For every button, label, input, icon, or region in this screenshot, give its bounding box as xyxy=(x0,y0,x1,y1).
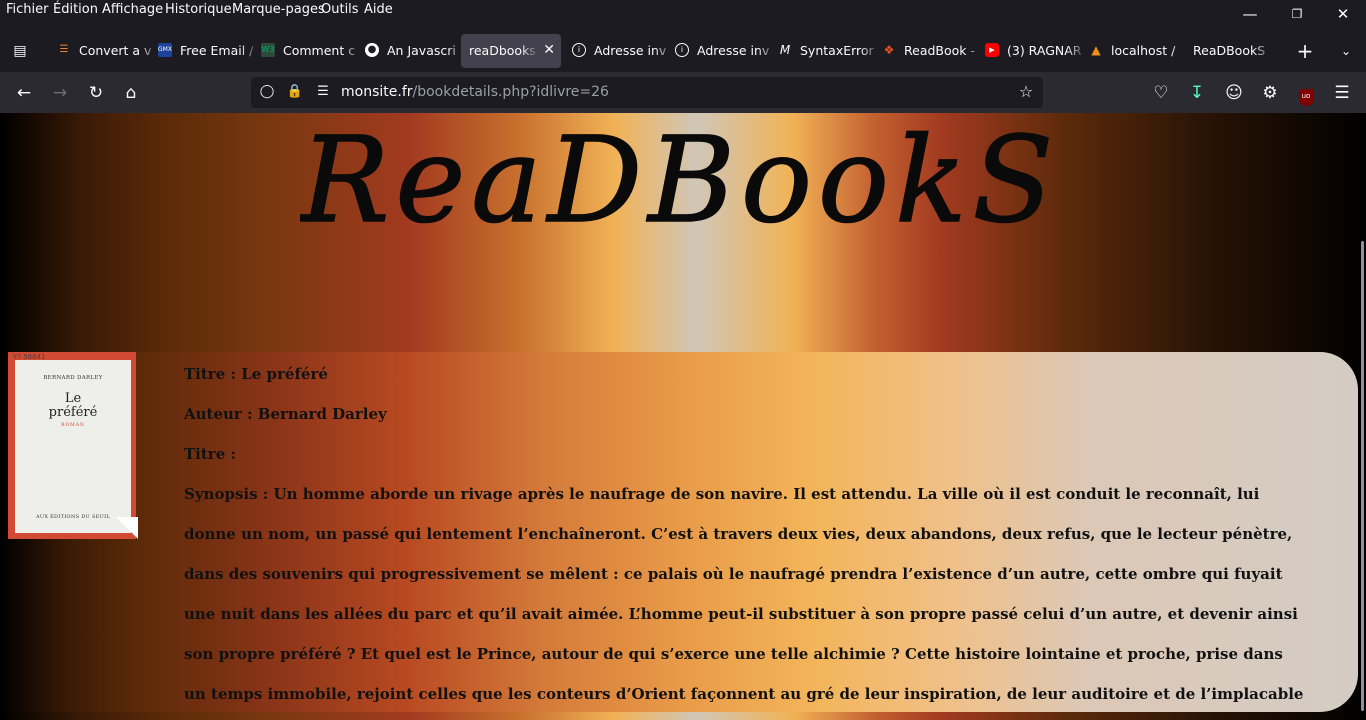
url-path: /bookdetails.php?idlivre=26 xyxy=(412,84,609,100)
phpmyadmin-icon: ▲ xyxy=(1091,43,1101,57)
cover-subtitle: ROMAN xyxy=(61,423,85,428)
home-icon[interactable]: ⌂ xyxy=(118,80,144,106)
tab-youtube[interactable]: ▶ (3) RAGNAR xyxy=(985,34,1085,68)
tab-readbook-figma[interactable]: ❖ ReadBook - xyxy=(882,34,982,68)
tab-syntaxerror[interactable]: M SyntaxError xyxy=(778,34,878,68)
restore-icon[interactable]: ❐ xyxy=(1287,4,1307,24)
extensions-icon[interactable]: ⚙ xyxy=(1257,80,1283,106)
info-icon: i xyxy=(572,43,586,57)
tab-adresse-2[interactable]: i Adresse inv xyxy=(675,34,775,68)
cover-library-stamp: Y? 58641 xyxy=(13,353,46,361)
tab-groups-icon[interactable]: ▤ xyxy=(7,38,33,64)
tab-readbooks[interactable]: ReaDBookS xyxy=(1192,34,1292,68)
page-curl xyxy=(116,517,138,539)
book-synopsis: Synopsis : Un homme aborde un rivage apr… xyxy=(184,485,1304,703)
pocket-icon[interactable]: ♡ xyxy=(1148,80,1174,106)
tab-list-chevron-icon[interactable]: ⌄ xyxy=(1333,38,1359,64)
book-title: Titre : Le préféré xyxy=(184,365,328,383)
stackoverflow-icon: ☰ xyxy=(59,44,69,55)
tab-adresse-1[interactable]: i Adresse inv xyxy=(572,34,672,68)
menu-marque-pages[interactable]: Marque-pages xyxy=(232,2,325,17)
lock-icon[interactable]: 🔒 xyxy=(286,83,304,101)
tab-convert[interactable]: ☰ Convert a v xyxy=(57,34,157,68)
menu-aide[interactable]: Aide xyxy=(364,2,393,17)
bookmark-star-icon[interactable]: ☆ xyxy=(1017,83,1035,101)
gmx-icon: GMX xyxy=(158,43,172,57)
mdn-icon: M xyxy=(779,43,791,57)
page-content: ReaDBookS Y? 58641 BERNARD DARLEY Le pré… xyxy=(0,113,1366,720)
book-details: Titre : Le préféré Auteur : Bernard Darl… xyxy=(184,360,1309,720)
close-window-icon[interactable]: ✕ xyxy=(1333,4,1353,24)
forward-icon[interactable]: → xyxy=(47,80,73,106)
url-domain: monsite.fr xyxy=(341,84,413,100)
menu-edition[interactable]: Édition xyxy=(53,2,98,17)
account-icon[interactable]: ☺ xyxy=(1221,80,1247,106)
info-icon: i xyxy=(675,43,689,57)
figma-icon: ❖ xyxy=(883,43,895,57)
menu-historique[interactable]: Historique xyxy=(165,2,232,17)
back-icon[interactable]: ← xyxy=(11,80,37,106)
book-cover-image: Y? 58641 BERNARD DARLEY Le préféré ROMAN… xyxy=(8,352,138,539)
site-logo: ReaDBookS xyxy=(300,113,1059,250)
cover-publisher: AUX ÉDITIONS DU SEUIL xyxy=(35,514,111,520)
book-detail-panel: Y? 58641 BERNARD DARLEY Le préféré ROMAN… xyxy=(0,352,1358,712)
tab-comment[interactable]: W3 Comment c xyxy=(261,34,361,68)
permissions-icon[interactable]: ☰ xyxy=(314,83,332,101)
url-bar[interactable]: ◯ 🔒 ☰ monsite.fr/bookdetails.php?idlivre… xyxy=(251,77,1043,108)
book-author: Auteur : Bernard Darley xyxy=(184,405,387,423)
page-scrollbar[interactable] xyxy=(1361,241,1364,711)
close-tab-icon[interactable]: ✕ xyxy=(543,42,555,58)
ublock-icon[interactable]: uo xyxy=(1293,80,1319,106)
app-menu-icon[interactable]: ☰ xyxy=(1329,80,1355,106)
navigation-bar: ← → ↻ ⌂ ◯ 🔒 ☰ monsite.fr/bookdetails.php… xyxy=(0,72,1366,113)
github-icon: ● xyxy=(365,43,379,57)
svg-text:ReaDBookS: ReaDBookS xyxy=(300,113,1059,249)
tab-localhost[interactable]: ▲ localhost / xyxy=(1089,34,1189,68)
cover-title: Le préféré xyxy=(48,391,98,420)
url-text[interactable]: monsite.fr/bookdetails.php?idlivre=26 xyxy=(341,84,609,100)
menu-fichier[interactable]: Fichier xyxy=(6,2,49,17)
reload-icon[interactable]: ↻ xyxy=(83,80,109,106)
downloads-icon[interactable]: ↧ xyxy=(1184,80,1210,106)
tab-gmx[interactable]: GMX Free Email / xyxy=(158,34,258,68)
new-tab-icon[interactable]: + xyxy=(1292,38,1318,64)
w3schools-icon: W3 xyxy=(261,43,275,57)
youtube-icon: ▶ xyxy=(985,43,999,57)
tracking-protection-icon[interactable]: ◯ xyxy=(258,83,276,101)
tab-strip: ▤ ☰ Convert a v GMX Free Email / W3 Comm… xyxy=(0,30,1366,72)
minimize-icon[interactable]: — xyxy=(1240,4,1260,24)
menu-bar: Fichier Édition Affichage Historique Mar… xyxy=(0,0,1366,30)
cover-author: BERNARD DARLEY xyxy=(43,375,103,381)
tab-github[interactable]: ● An Javascri xyxy=(365,34,460,68)
menu-affichage[interactable]: Affichage xyxy=(102,2,163,17)
tab-readbooks-active[interactable]: reaDbooks a ✕ xyxy=(461,34,561,68)
menu-outils[interactable]: Outils xyxy=(321,2,359,17)
